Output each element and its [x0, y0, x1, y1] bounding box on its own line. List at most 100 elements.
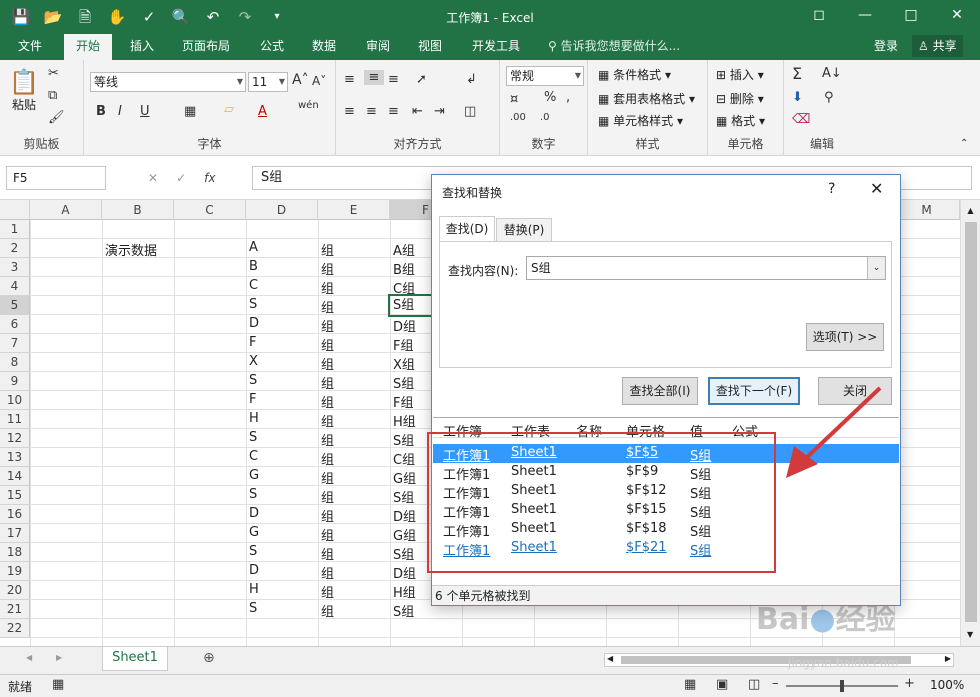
tell-me-box[interactable]: ⚲ 告诉我您想要做什么...	[548, 34, 680, 58]
insert-function-button[interactable]: fx	[204, 166, 215, 190]
percent-button[interactable]: %	[544, 90, 556, 105]
macro-record-icon[interactable]: ▦	[52, 677, 64, 692]
zoom-slider-thumb[interactable]	[840, 680, 844, 692]
cell-e[interactable]: 组	[318, 354, 334, 373]
insert-cells-button[interactable]: ⊞ 插入 ▾	[716, 66, 764, 83]
cell-d[interactable]: D	[246, 316, 259, 331]
align-top-icon[interactable]: ≡	[344, 72, 355, 87]
format-painter-icon[interactable]: 🖌	[48, 110, 65, 125]
cell-d[interactable]: S	[246, 373, 257, 388]
help-button[interactable]: ?	[828, 181, 835, 197]
scroll-down-icon[interactable]: ▼	[967, 630, 973, 639]
cell-e[interactable]: 组	[318, 544, 334, 563]
cell-d[interactable]: C	[246, 449, 258, 464]
cell-e[interactable]: 组	[318, 373, 334, 392]
cell-e[interactable]: 组	[318, 582, 334, 601]
zoom-level[interactable]: 100%	[930, 678, 964, 692]
font-size-combo[interactable]: 11 ▼	[248, 72, 288, 92]
tab-replace[interactable]: 替换(P)	[496, 218, 552, 242]
maximize-icon[interactable]: □	[888, 0, 934, 30]
row-header[interactable]: 7	[0, 334, 30, 353]
row-header[interactable]: 8	[0, 353, 30, 372]
cell-e[interactable]: 组	[318, 487, 334, 506]
page-break-view-icon[interactable]: ◫	[748, 677, 760, 692]
scroll-right-icon[interactable]: ▶	[945, 654, 951, 663]
horizontal-scrollbar[interactable]: ◀ ▶	[604, 653, 954, 667]
zoom-in-icon[interactable]: +	[904, 676, 915, 691]
column-header[interactable]: D	[246, 200, 318, 220]
align-center-icon[interactable]: ≡	[366, 104, 377, 119]
prev-sheet-icon[interactable]: ◀	[26, 653, 32, 662]
format-as-table-button[interactable]: ▦ 套用表格格式 ▾	[598, 90, 695, 107]
cell-d[interactable]: G	[246, 525, 259, 540]
tab-find[interactable]: 查找(D)	[439, 216, 495, 242]
cell-f[interactable]: H组	[390, 582, 416, 601]
cell-f[interactable]: C组	[390, 278, 415, 297]
row-header[interactable]: 18	[0, 543, 30, 562]
font-color-icon[interactable]: A	[258, 104, 267, 119]
add-sheet-icon[interactable]: ⊕	[203, 650, 215, 666]
cell-d[interactable]: S	[246, 544, 257, 559]
row-header[interactable]: 10	[0, 391, 30, 410]
cell-f[interactable]: A组	[390, 240, 415, 259]
increase-decimal-icon[interactable]: .00	[510, 112, 526, 123]
cell-d[interactable]: D	[246, 506, 259, 521]
cell-e[interactable]: 组	[318, 563, 334, 582]
fill-color-icon[interactable]: ▱	[224, 102, 234, 117]
tab-review[interactable]: 审阅	[354, 34, 402, 60]
cell-d[interactable]: F	[246, 335, 256, 350]
row-header[interactable]: 4	[0, 277, 30, 296]
cell-f[interactable]: G组	[390, 525, 416, 544]
delete-cells-button[interactable]: ⊟ 删除 ▾	[716, 90, 764, 107]
copy-icon[interactable]: ⧉	[48, 88, 57, 103]
column-header[interactable]: C	[174, 200, 246, 220]
bold-button[interactable]: B	[96, 104, 106, 119]
cell-f[interactable]: H组	[390, 411, 416, 430]
cell-d[interactable]: S	[246, 487, 257, 502]
column-header[interactable]: E	[318, 200, 390, 220]
cell-e[interactable]: 组	[318, 316, 334, 335]
row-header[interactable]: 6	[0, 315, 30, 334]
minimize-icon[interactable]: —	[842, 0, 888, 30]
cell-e[interactable]: 组	[318, 240, 334, 259]
zoom-slider[interactable]	[786, 680, 898, 692]
cell-f[interactable]: S组	[390, 601, 414, 620]
row-header[interactable]: 21	[0, 600, 30, 619]
cell-e[interactable]: 组	[318, 449, 334, 468]
row-header[interactable]: 16	[0, 505, 30, 524]
cell-d[interactable]: A	[246, 240, 258, 255]
align-right-icon[interactable]: ≡	[388, 104, 399, 119]
phonetic-icon[interactable]: wén	[298, 100, 319, 111]
ribbon-display-icon[interactable]: ◻	[796, 0, 842, 30]
number-format-combo[interactable]: 常规 ▼	[506, 66, 584, 86]
cell-e[interactable]: 组	[318, 601, 334, 620]
tab-view[interactable]: 视图	[406, 34, 454, 60]
next-sheet-icon[interactable]: ▶	[56, 653, 62, 662]
tab-insert[interactable]: 插入	[118, 34, 166, 60]
close-dialog-button[interactable]: ✕	[870, 179, 883, 198]
comma-style-icon[interactable]: ,	[566, 90, 570, 105]
row-header[interactable]: 17	[0, 524, 30, 543]
align-middle-icon[interactable]: ≡	[364, 70, 384, 85]
scroll-up-icon[interactable]: ▲	[961, 206, 980, 215]
cell-styles-button[interactable]: ▦ 单元格样式 ▾	[598, 112, 683, 129]
row-header[interactable]: 3	[0, 258, 30, 277]
cell-d[interactable]: B	[246, 259, 258, 274]
tab-developer[interactable]: 开发工具	[460, 34, 532, 60]
vertical-scrollbar[interactable]: ▲ ▼	[960, 200, 980, 646]
find-all-button[interactable]: 查找全部(I)	[622, 377, 698, 405]
find-what-input[interactable]: S组 ⌄	[526, 256, 886, 280]
cell-e[interactable]: 组	[318, 278, 334, 297]
cell-f[interactable]: S组	[390, 544, 414, 563]
italic-button[interactable]: I	[118, 104, 122, 119]
cell-d[interactable]: S	[246, 430, 257, 445]
sheet-tab[interactable]: Sheet1	[102, 647, 168, 671]
cancel-icon[interactable]: ✕	[148, 166, 158, 190]
cell-f[interactable]: D组	[390, 506, 416, 525]
fill-icon[interactable]: ⬇	[792, 90, 803, 105]
paste-button[interactable]: 📋 粘贴	[6, 68, 42, 113]
cell-f[interactable]: F组	[390, 392, 413, 411]
underline-button[interactable]: U	[140, 104, 150, 119]
tab-data[interactable]: 数据	[300, 34, 348, 60]
close-window-icon[interactable]: ✕	[934, 0, 980, 30]
